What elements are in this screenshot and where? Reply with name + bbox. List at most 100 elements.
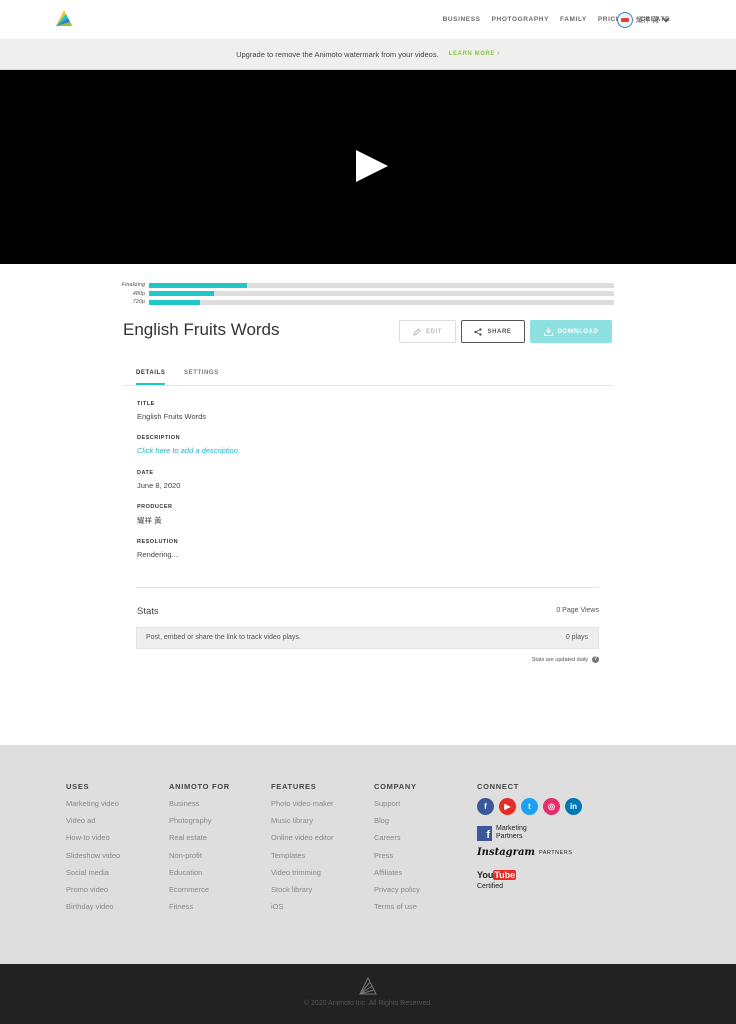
title-field: TITLE English Fruits Words (137, 401, 206, 421)
footer-col-features: FEATURES Photo video maker Music library… (271, 782, 334, 918)
add-description-link[interactable]: Click here to add a description. (137, 446, 240, 455)
pencil-icon (413, 327, 421, 336)
footer-link[interactable]: Photo video maker (271, 798, 334, 815)
progress-label: Finalizing (121, 282, 145, 289)
footer-link[interactable]: Stock library (271, 884, 334, 901)
footer-link[interactable]: Ecommerce (169, 884, 230, 901)
progress-row-finalizing: Finalizing (110, 281, 614, 290)
stats-title: Stats (137, 606, 159, 617)
page-views: 0 Page Views (556, 607, 599, 614)
footer-link[interactable]: Business (169, 798, 230, 815)
description-field: DESCRIPTION Click here to add a descript… (137, 435, 240, 455)
footer-link[interactable]: Careers (374, 832, 420, 849)
footer-link[interactable]: Online video editor (271, 832, 334, 849)
copyright: © 2020 Animoto Inc. All Rights Reserved. (303, 1000, 433, 1007)
help-icon[interactable]: ? (592, 656, 599, 663)
footer-link[interactable]: Education (169, 867, 230, 884)
footer-link[interactable]: Video trimming (271, 867, 334, 884)
linkedin-icon[interactable]: in (565, 798, 582, 815)
footer-link[interactable]: Real estate (169, 832, 230, 849)
social-icons: f ▶ t ◎ in (477, 798, 582, 815)
resolution-value: Rendering... (137, 550, 178, 559)
chevron-down-icon[interactable] (662, 17, 670, 23)
field-label: DATE (137, 470, 154, 476)
animoto-logo-icon[interactable] (358, 977, 378, 995)
field-label: DESCRIPTION (137, 435, 181, 441)
progress-fill (149, 299, 201, 305)
footer-link[interactable]: Video ad (66, 815, 120, 832)
progress-row-720p: 720p (110, 298, 614, 307)
facebook-partner-text: Marketing Partners (496, 825, 527, 840)
footer-col-title: ANIMOTO FOR (169, 782, 230, 791)
facebook-icon[interactable]: f (477, 798, 494, 815)
footer-link[interactable]: Non-profit (169, 850, 230, 867)
footer-link[interactable]: Blog (374, 815, 420, 832)
play-icon[interactable] (356, 150, 388, 182)
tab-details[interactable]: DETAILS (136, 370, 165, 376)
animoto-logo-icon[interactable] (54, 9, 74, 27)
edit-button[interactable]: EDIT (399, 320, 456, 343)
youtube-you: You (477, 870, 494, 880)
footer-link[interactable]: Music library (271, 815, 334, 832)
tab-settings[interactable]: SETTINGS (184, 370, 219, 376)
share-button[interactable]: SHARE (461, 320, 525, 343)
footer-link[interactable]: Slideshow video (66, 850, 120, 867)
instagram-icon[interactable]: ◎ (543, 798, 560, 815)
stats-note: Stats are updated daily (531, 657, 588, 663)
date-value: June 8, 2020 (137, 481, 181, 490)
progress-fill (149, 291, 215, 297)
learn-more-link[interactable]: LEARN MORE › (449, 51, 500, 57)
footer-link[interactable]: Terms of use (374, 901, 420, 918)
facebook-logo-icon: f (477, 825, 492, 841)
footer-link[interactable]: Affiliates (374, 867, 420, 884)
banner-text: Upgrade to remove the Animoto watermark … (236, 49, 439, 59)
footer-link[interactable]: How-to video (66, 832, 120, 849)
footer-link[interactable]: Fitness (169, 901, 230, 918)
footer-link[interactable]: iOS (271, 901, 334, 918)
user-menu[interactable]: 耀祥 黃 (617, 12, 670, 28)
download-label: DOWNLOAD (557, 328, 599, 335)
progress-track (149, 299, 614, 305)
field-label: RESOLUTION (137, 539, 179, 545)
download-button[interactable]: DOWNLOAD (530, 320, 612, 343)
youtube-icon[interactable]: ▶ (499, 798, 516, 815)
title-value: English Fruits Words (137, 412, 207, 421)
user-name[interactable]: 耀祥 黃 (636, 15, 659, 25)
top-header: BUSINESS PHOTOGRAPHY FAMILY PRICING CREA… (0, 0, 736, 39)
footer-link[interactable]: Photography (169, 815, 230, 832)
nav-photography[interactable]: PHOTOGRAPHY (492, 16, 549, 23)
progress-label: 480p (132, 290, 145, 297)
stats-box: Post, embed or share the link to track v… (136, 627, 599, 649)
progress-label: 720p (132, 299, 145, 306)
detail-tabs: DETAILS SETTINGS (123, 364, 613, 386)
field-label: TITLE (137, 401, 155, 407)
divider (136, 587, 599, 588)
footer-link[interactable]: Press (374, 850, 420, 867)
edit-label: EDIT (425, 328, 443, 335)
instagram-partners-text: PARTNERS (539, 849, 573, 856)
nav-business[interactable]: BUSINESS (443, 16, 481, 23)
footer-link[interactable]: Marketing video (66, 798, 120, 815)
nav-family[interactable]: FAMILY (560, 16, 587, 23)
footer-link[interactable]: Templates (271, 850, 334, 867)
facebook-marketing-partner-badge: f Marketing Partners (477, 825, 582, 841)
twitter-icon[interactable]: t (521, 798, 538, 815)
footer-col-company: COMPANY Support Blog Careers Press Affil… (374, 782, 420, 918)
footer-link[interactable]: Support (374, 798, 420, 815)
footer-col-title: FEATURES (271, 782, 317, 791)
footer-link[interactable]: Privacy policy (374, 884, 420, 901)
youtube-logo: You Tube (477, 870, 517, 880)
youtube-certified-text: Certified (477, 883, 504, 890)
share-label: SHARE (487, 328, 512, 335)
resolution-field: RESOLUTION Rendering... (137, 539, 178, 559)
footer-col-title: CONNECT (477, 782, 519, 791)
footer-link[interactable]: Birthday video (66, 901, 120, 918)
date-field: DATE June 8, 2020 (137, 470, 180, 490)
field-label: PRODUCER (137, 504, 173, 510)
youtube-tube: Tube (493, 870, 517, 880)
youtube-certified-badge: You Tube Certified (477, 865, 582, 890)
footer-link[interactable]: Promo video (66, 884, 120, 901)
footer-link[interactable]: Social media (66, 867, 120, 884)
avatar[interactable] (617, 12, 633, 28)
render-progress: Finalizing 480p 720p (110, 281, 614, 307)
